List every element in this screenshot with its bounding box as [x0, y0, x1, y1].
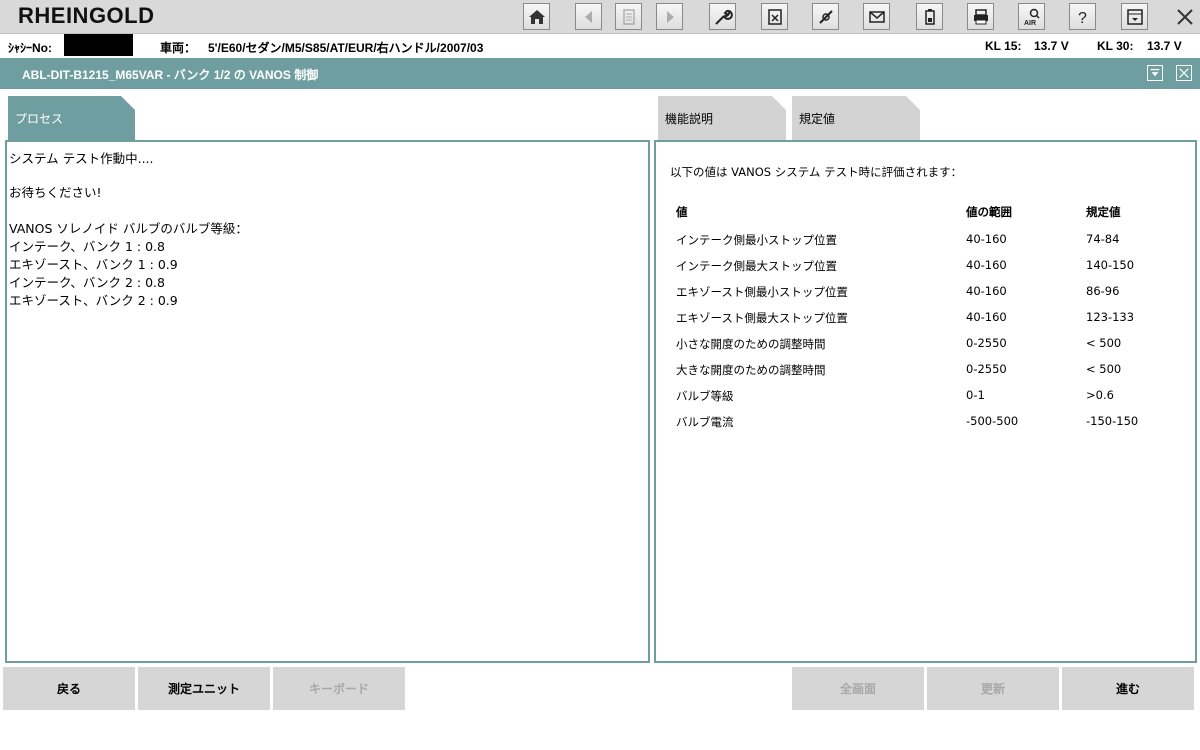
main-toolbar: RHEINGOLD AIR ?	[0, 0, 1200, 34]
app-title: RHEINGOLD	[18, 3, 155, 28]
tab-specified-values[interactable]: 規定値	[792, 96, 920, 140]
message-icon[interactable]	[863, 3, 890, 30]
log-line: システム テスト作動中....	[9, 151, 154, 166]
forward-arrow-icon[interactable]	[656, 3, 683, 30]
kl30-value: 13.7 V	[1147, 39, 1182, 53]
measuring-unit-button[interactable]: 測定ユニット	[138, 667, 270, 710]
measure-icon[interactable]	[812, 3, 839, 30]
spec-row-range: -500-500	[966, 414, 1019, 428]
spec-row-value: 123-133	[1086, 310, 1135, 324]
home-icon[interactable]	[523, 3, 550, 30]
kl30-label: KL 30:	[1097, 39, 1134, 53]
air-search-icon[interactable]: AIR	[1018, 3, 1045, 30]
tab-process[interactable]: プロセス	[8, 96, 135, 140]
battery-icon[interactable]	[916, 3, 943, 30]
spec-row-name: 大きな開度のための調整時間	[676, 363, 826, 377]
spec-row-range: 0-2550	[966, 336, 1007, 350]
process-log-panel: システム テスト作動中.... お待ちください! VANOS ソレノイド バルブ…	[5, 140, 650, 663]
spec-row-value: < 500	[1086, 336, 1122, 350]
spec-row-name: エキゾースト側最小ストップ位置	[676, 285, 848, 299]
vin-redacted	[64, 34, 133, 56]
fault-memory-icon[interactable]	[761, 3, 788, 30]
wrench-icon[interactable]	[709, 3, 736, 30]
fullscreen-button[interactable]: 全画面	[792, 667, 924, 710]
window-close-icon[interactable]	[1176, 65, 1192, 81]
kl15-value: 13.7 V	[1034, 39, 1069, 53]
spec-row-name: インテーク側最大ストップ位置	[676, 259, 837, 273]
spec-row-value: 140-150	[1086, 258, 1135, 272]
print-icon[interactable]	[967, 3, 994, 30]
window-title: ABL-DIT-B1215_M65VAR - バンク 1/2 の VANOS 制…	[22, 68, 319, 82]
close-icon[interactable]	[1171, 3, 1198, 30]
spec-row-name: エキゾースト側最大ストップ位置	[676, 311, 848, 325]
kl15-label: KL 15:	[985, 39, 1022, 53]
tab-function-description[interactable]: 機能説明	[658, 96, 786, 140]
keyboard-button[interactable]: キーボード	[273, 667, 405, 710]
spec-row-range: 40-160	[966, 310, 1007, 324]
spec-row-name: バルブ等級	[676, 389, 734, 403]
window-title-bar: ABL-DIT-B1215_M65VAR - バンク 1/2 の VANOS 制…	[0, 58, 1200, 89]
log-line: VANOS ソレノイド バルブのバルブ等級：	[9, 221, 248, 236]
vehicle-label: 車両：	[160, 41, 197, 55]
svg-text:AIR: AIR	[1024, 20, 1036, 27]
spec-row-range: 40-160	[966, 258, 1007, 272]
minimize-icon[interactable]	[1147, 65, 1163, 81]
settings-dropdown-icon[interactable]	[1121, 3, 1148, 30]
vin-label: ｼｬｼｰNo:	[8, 41, 52, 55]
log-line: インテーク、バンク 1 : 0.8	[9, 239, 165, 254]
spec-row-range: 0-2550	[966, 362, 1007, 376]
back-arrow-icon[interactable]	[575, 3, 602, 30]
vehicle-description: 5'/E60/セダン/M5/S85/AT/EUR/右ハンドル/2007/03	[208, 41, 484, 55]
spec-row-value: -150-150	[1086, 414, 1139, 428]
header-spec: 規定値	[1086, 205, 1121, 219]
next-button[interactable]: 進む	[1062, 667, 1194, 710]
update-button[interactable]: 更新	[927, 667, 1059, 710]
spec-row-value: 74-84	[1086, 232, 1120, 246]
svg-text:?: ?	[1078, 10, 1087, 27]
spec-row-value: 86-96	[1086, 284, 1120, 298]
spec-row-name: バルブ電流	[676, 415, 734, 429]
spec-row-value: < 500	[1086, 362, 1122, 376]
log-line: インテーク、バンク 2 : 0.8	[9, 275, 165, 290]
spec-row-name: インテーク側最小ストップ位置	[676, 233, 837, 247]
spec-intro: 以下の値は VANOS システム テスト時に評価されます：	[670, 165, 963, 179]
specified-values-panel: 以下の値は VANOS システム テスト時に評価されます： 値 値の範囲 規定値…	[654, 140, 1197, 663]
back-button[interactable]: 戻る	[3, 667, 135, 710]
log-line: お待ちください!	[9, 185, 102, 200]
vehicle-info-bar: ｼｬｼｰNo: 車両： 5'/E60/セダン/M5/S85/AT/EUR/右ハン…	[0, 34, 1200, 58]
spec-row-range: 40-160	[966, 284, 1007, 298]
log-line: エキゾースト、バンク 1 : 0.9	[9, 257, 178, 272]
help-icon[interactable]: ?	[1069, 3, 1096, 30]
spec-row-name: 小さな開度のための調整時間	[676, 337, 826, 351]
header-value: 値	[676, 205, 688, 219]
spec-row-value: >0.6	[1086, 388, 1114, 402]
header-range: 値の範囲	[966, 205, 1012, 219]
spec-row-range: 40-160	[966, 232, 1007, 246]
spec-row-range: 0-1	[966, 388, 985, 402]
document-icon[interactable]	[615, 3, 642, 30]
log-line: エキゾースト、バンク 2 : 0.9	[9, 293, 178, 308]
